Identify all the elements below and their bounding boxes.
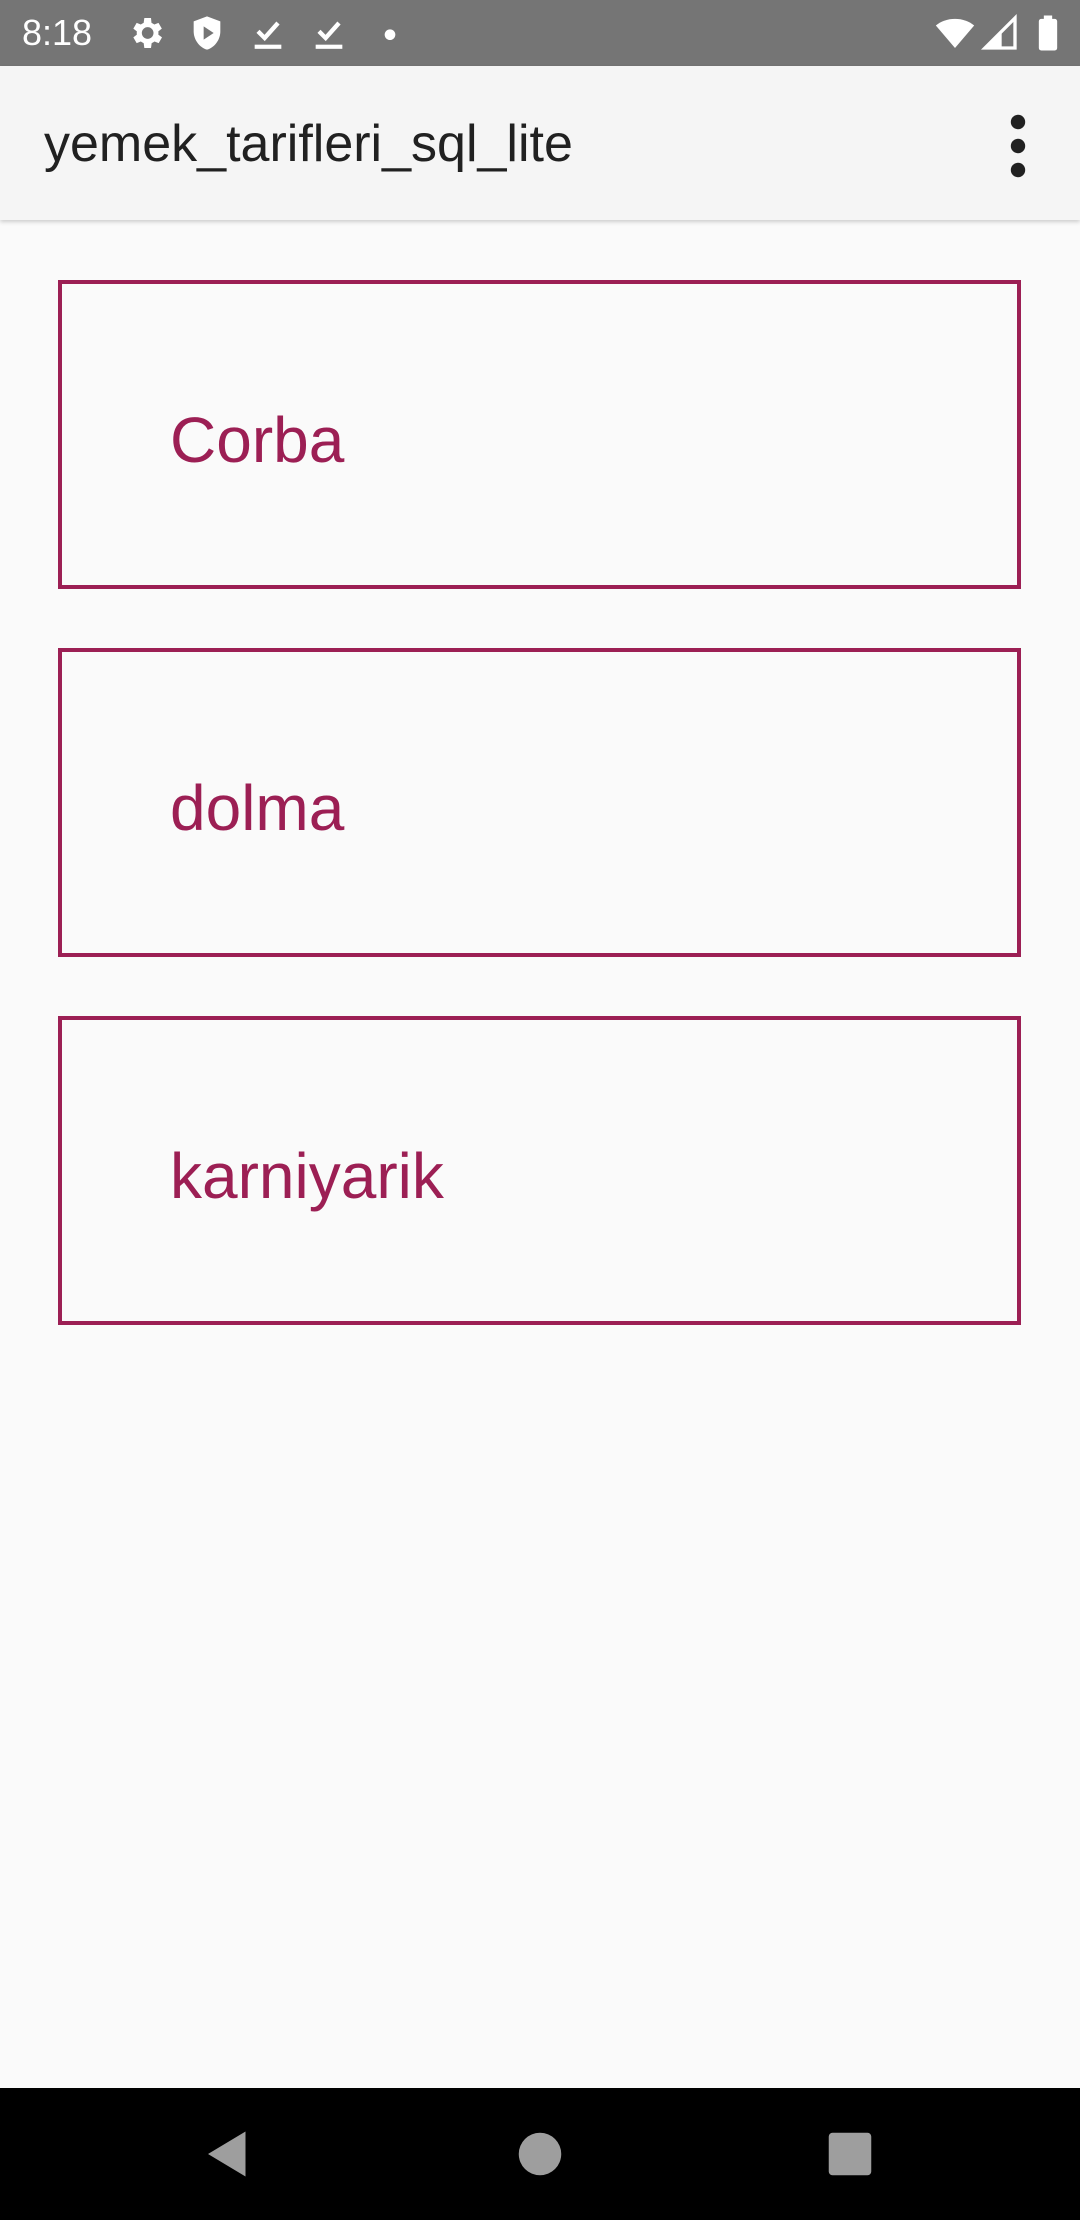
- back-icon[interactable]: [198, 2124, 258, 2184]
- more-vert-icon[interactable]: [990, 110, 1046, 182]
- recipe-label: dolma: [170, 772, 345, 844]
- home-icon[interactable]: [510, 2124, 570, 2184]
- battery-icon: [1038, 15, 1058, 51]
- recents-icon[interactable]: [820, 2124, 880, 2184]
- status-time: 8:18: [22, 12, 93, 53]
- download-check-icon: [254, 21, 282, 49]
- status-bar: 8:18: [0, 0, 1080, 66]
- recipe-card-dolma[interactable]: dolma: [58, 648, 1021, 957]
- recipe-card-karniyarik[interactable]: karniyarik: [58, 1016, 1021, 1325]
- dot-icon: [384, 29, 396, 40]
- recipe-card-corba[interactable]: Corba: [58, 280, 1021, 589]
- app-title: yemek_tarifleri_sql_lite: [44, 115, 573, 173]
- shield-play-icon: [193, 16, 221, 50]
- gear-icon: [133, 18, 162, 48]
- nav-bar: [0, 2088, 1080, 2220]
- download-check-icon: [315, 21, 343, 49]
- cell-signal-icon: [980, 13, 1017, 50]
- recipe-label: karniyarik: [170, 1140, 444, 1212]
- app-bar: yemek_tarifleri_sql_lite: [0, 66, 1080, 220]
- recipe-label: Corba: [170, 404, 345, 476]
- wifi-icon: [935, 18, 975, 48]
